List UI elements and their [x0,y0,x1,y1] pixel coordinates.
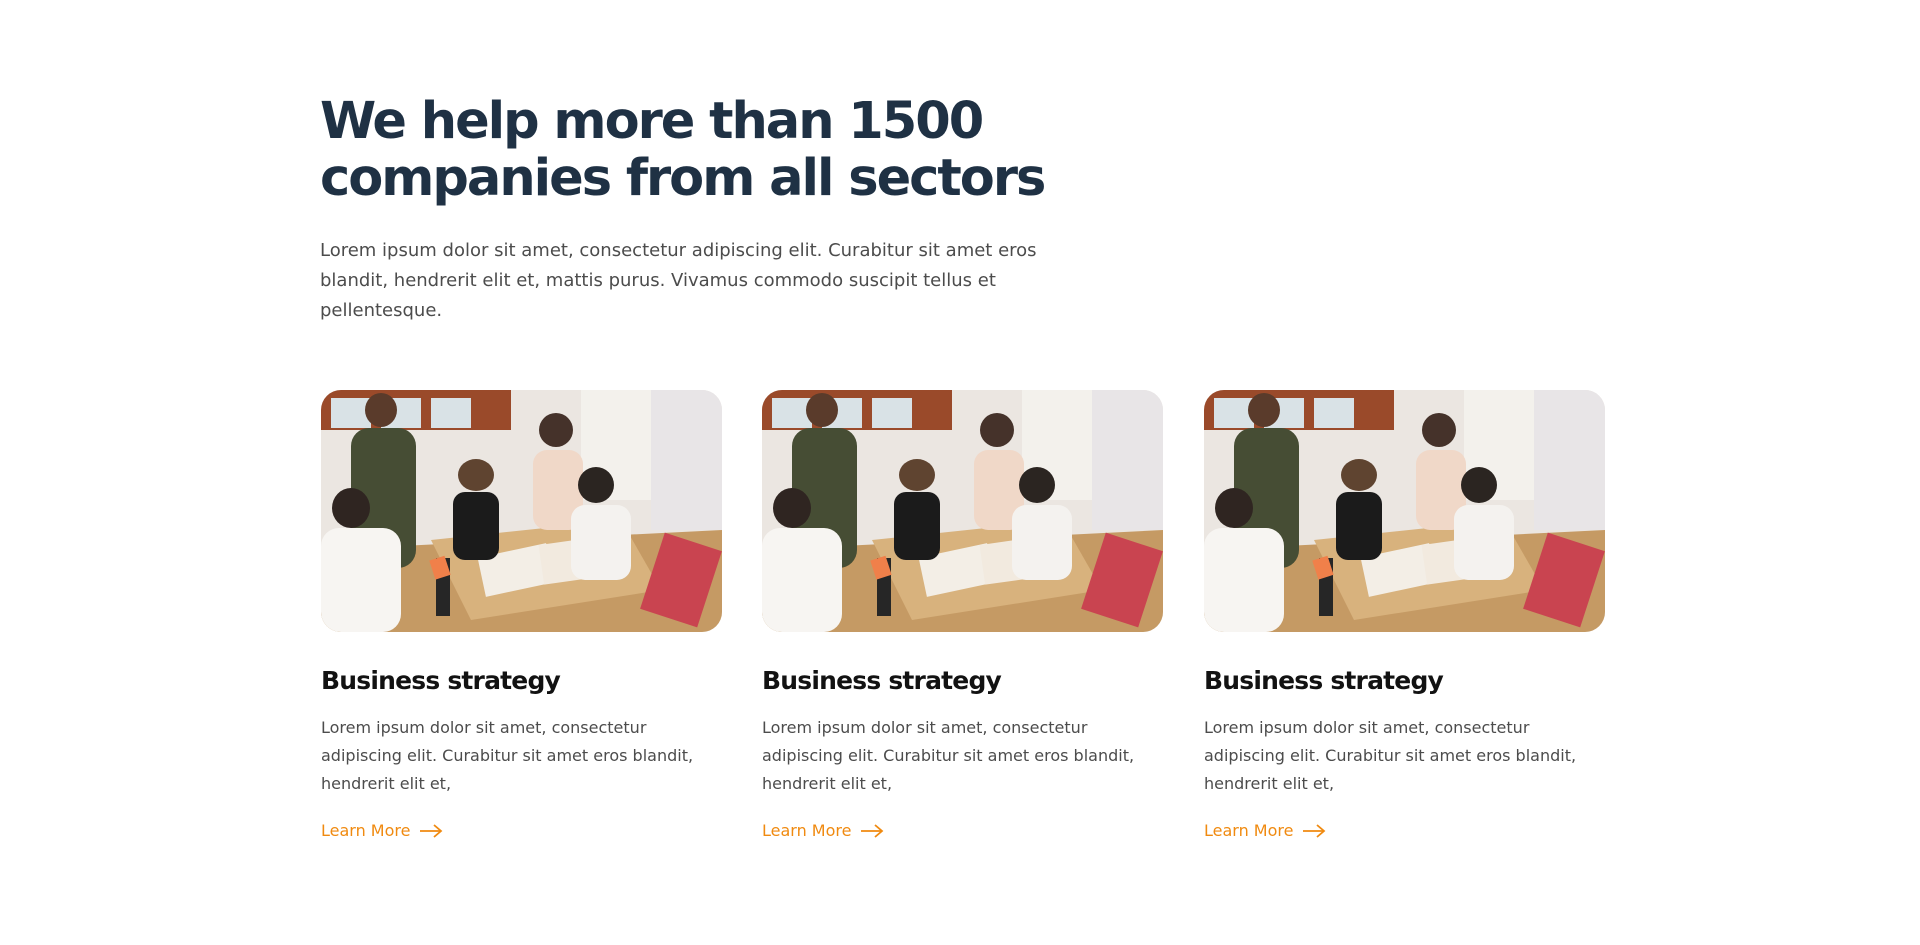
service-card: Business strategy Lorem ipsum dolor sit … [1204,390,1605,842]
card-title: Business strategy [762,666,1002,695]
section-intro: Lorem ipsum dolor sit amet, consectetur … [320,240,1037,321]
learn-more-label: Learn More [762,821,852,840]
service-card: Business strategy Lorem ipsum dolor sit … [762,390,1163,842]
section-heading: We help more than 1500 companies from al… [320,92,1046,208]
arrow-right-icon [420,824,443,838]
card-title: Business strategy [1204,666,1444,695]
card-description: Lorem ipsum dolor sit amet, consectetur … [321,718,694,793]
card-image [1204,390,1605,632]
services-section: We help more than 1500 companies from al… [0,0,1920,945]
card-description: Lorem ipsum dolor sit amet, consectetur … [762,718,1135,793]
card-image [762,390,1163,632]
team-meeting-photo [1204,390,1605,632]
learn-more-link[interactable]: Learn More [1204,820,1326,842]
learn-more-link[interactable]: Learn More [762,820,884,842]
learn-more-label: Learn More [321,821,411,840]
arrow-right-icon [1303,824,1326,838]
learn-more-label: Learn More [1204,821,1294,840]
card-description: Lorem ipsum dolor sit amet, consectetur … [1204,718,1577,793]
team-meeting-photo [321,390,722,632]
card-image [321,390,722,632]
card-title: Business strategy [321,666,561,695]
arrow-right-icon [861,824,884,838]
team-meeting-photo [762,390,1163,632]
service-card: Business strategy Lorem ipsum dolor sit … [321,390,722,842]
learn-more-link[interactable]: Learn More [321,820,443,842]
